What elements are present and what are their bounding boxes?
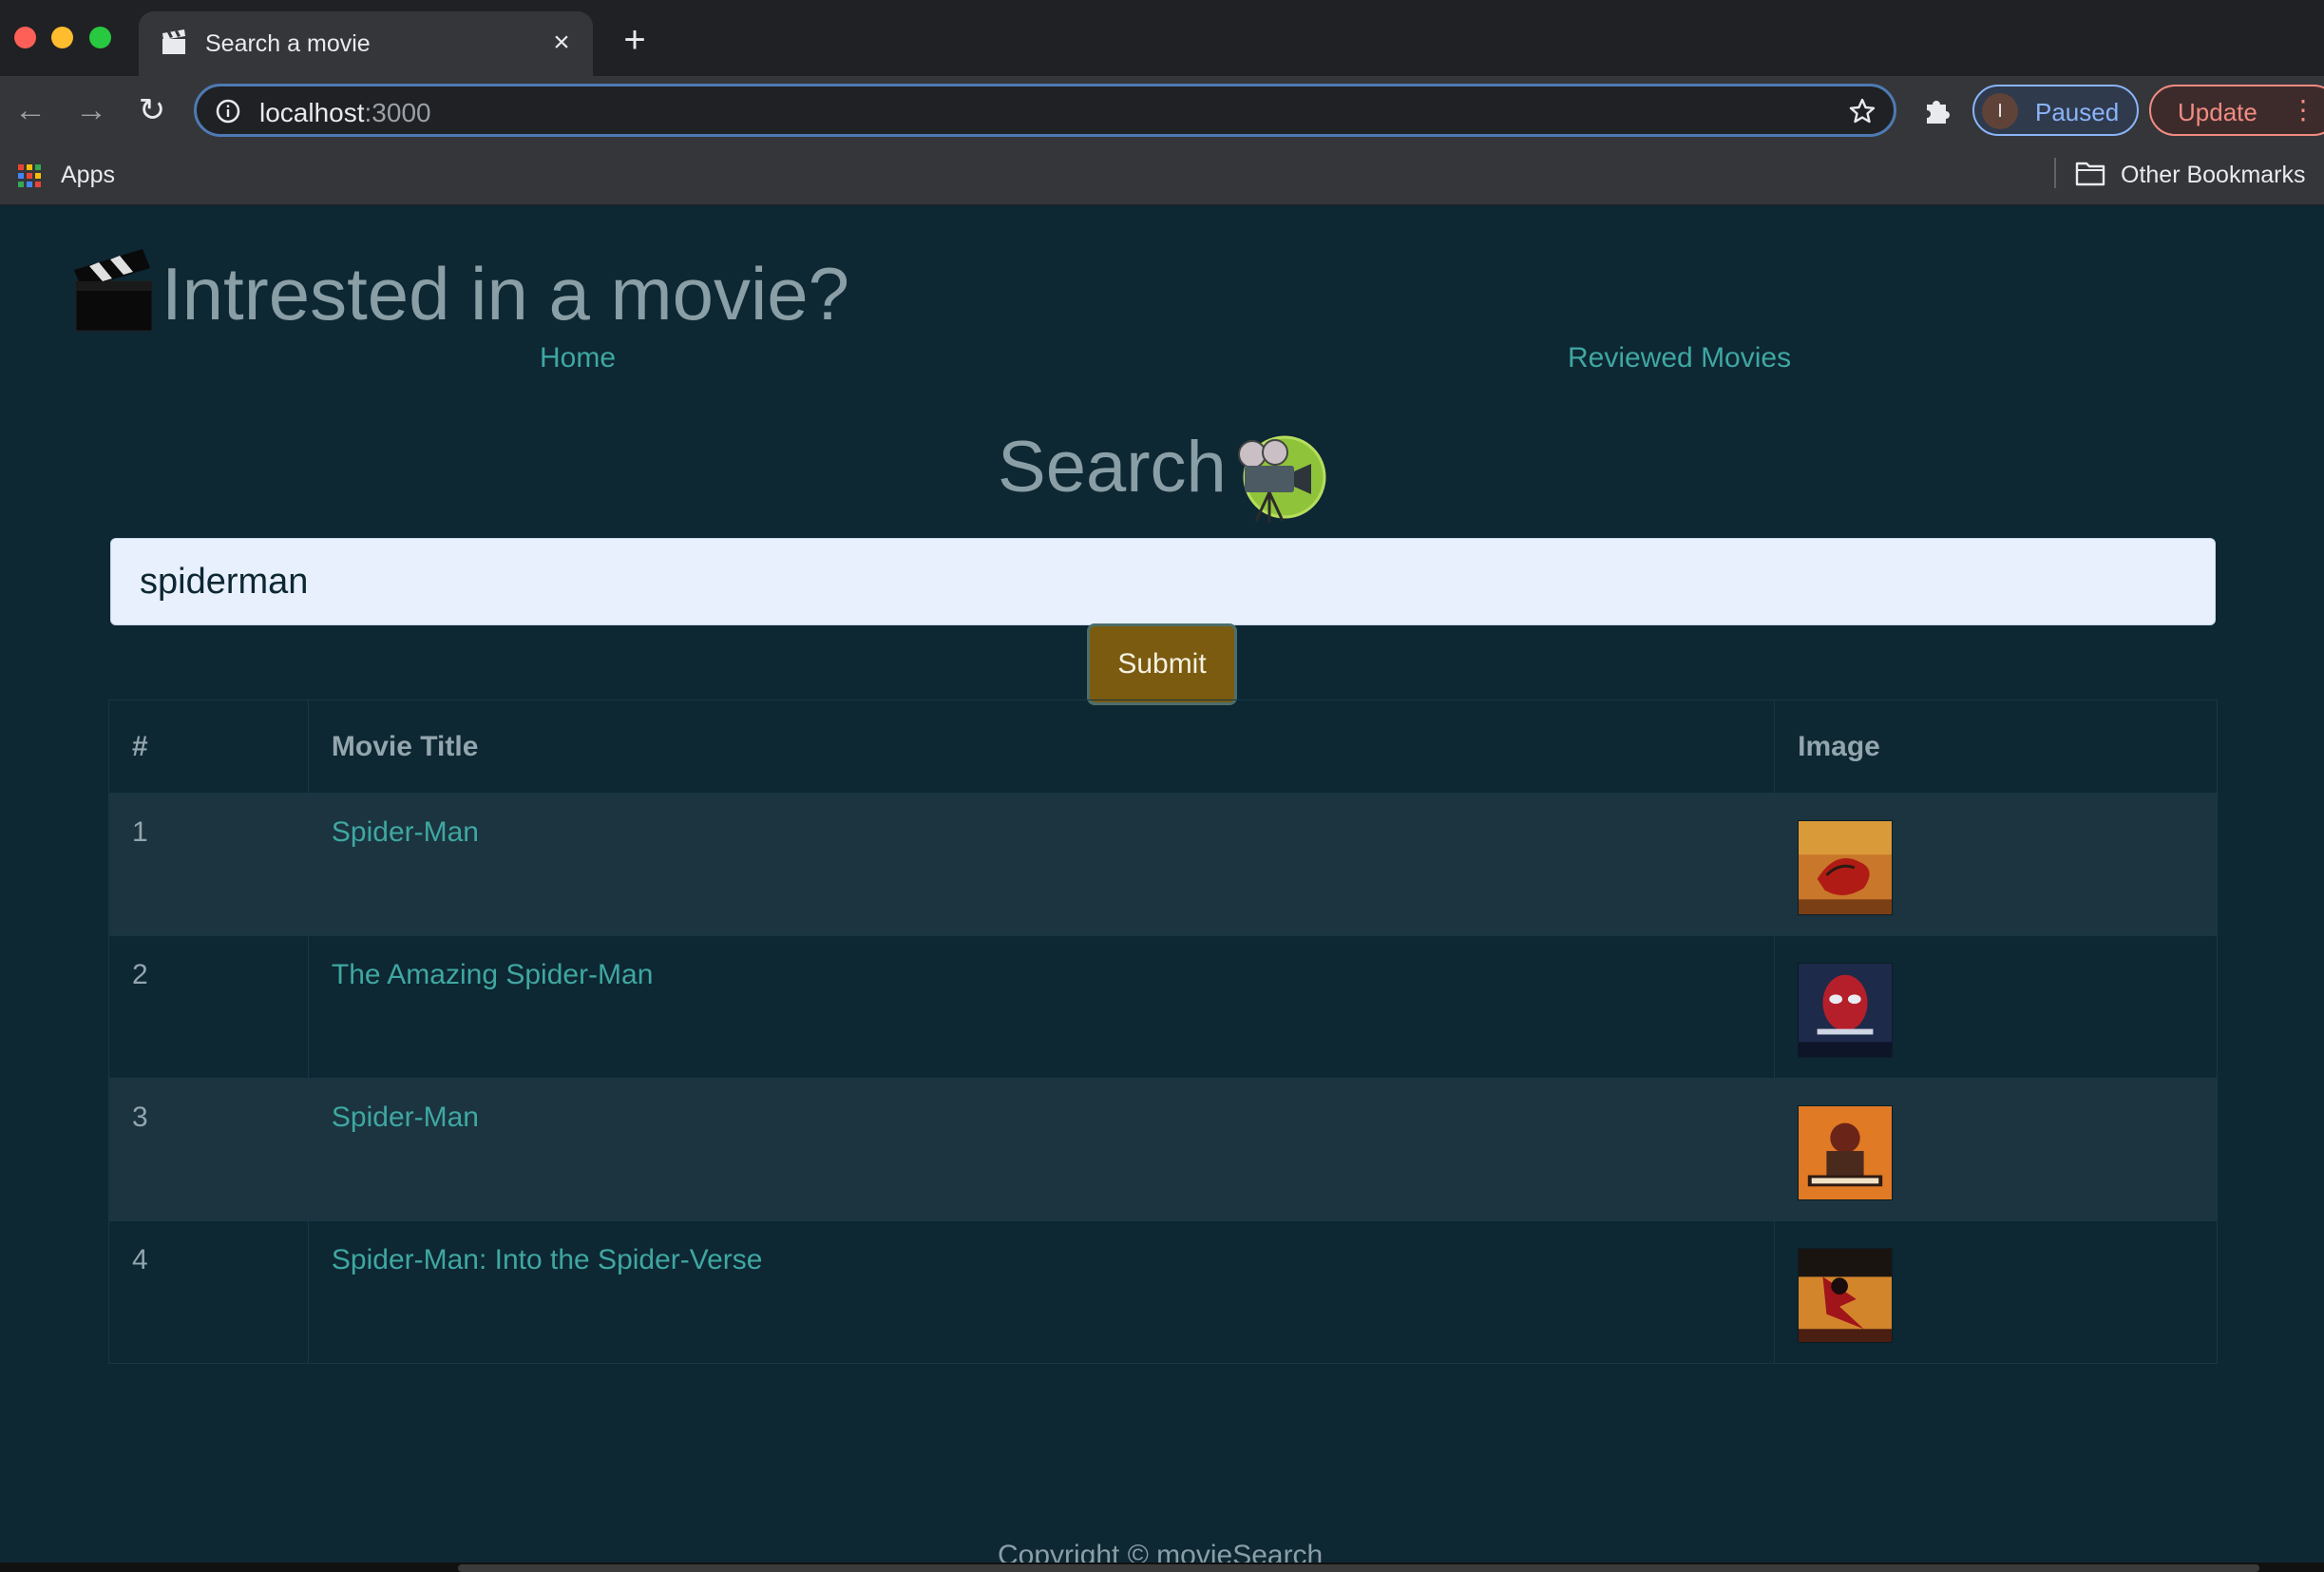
- new-tab-icon[interactable]: +: [616, 21, 654, 59]
- table-row: 3 Spider-Man: [108, 1078, 2218, 1221]
- avatar: I: [1982, 93, 2018, 129]
- movie-poster-image[interactable]: [1798, 820, 1894, 915]
- title-cell: Spider-Man: [307, 1078, 1776, 1221]
- url-text: localhost:3000: [259, 98, 431, 128]
- movie-title-link[interactable]: Spider-Man: [332, 816, 479, 848]
- row-number: 1: [108, 793, 309, 936]
- maximize-window-button[interactable]: [89, 27, 111, 48]
- clapperboard-icon: [74, 249, 153, 332]
- site-info-icon[interactable]: [216, 99, 240, 124]
- movie-poster-image[interactable]: [1798, 963, 1894, 1058]
- scrollbar-thumb[interactable]: [458, 1564, 2259, 1572]
- row-number: 2: [108, 935, 309, 1079]
- folder-icon: [2075, 162, 2105, 186]
- movie-title-link[interactable]: Spider-Man: [332, 1102, 479, 1133]
- bookmarks-bar: Apps Other Bookmarks: [0, 144, 2324, 205]
- title-cell: The Amazing Spider-Man: [307, 935, 1776, 1079]
- movie-title-link[interactable]: The Amazing Spider-Man: [332, 959, 654, 990]
- column-header-image: Image: [1774, 700, 2218, 794]
- extensions-puzzle-icon[interactable]: [1921, 93, 1953, 125]
- reload-icon[interactable]: ↻: [131, 89, 173, 131]
- more-menu-icon[interactable]: ⋮: [2290, 96, 2316, 125]
- url-port: :3000: [364, 98, 431, 127]
- image-cell: [1774, 793, 2218, 936]
- bookmarks-divider: [2054, 158, 2056, 188]
- table-header-row: # Movie Title Image: [108, 700, 2218, 794]
- forward-arrow-icon[interactable]: →: [70, 89, 112, 131]
- movie-poster-image[interactable]: [1798, 1105, 1894, 1200]
- profile-button[interactable]: I Paused: [1972, 85, 2139, 136]
- row-number: 3: [108, 1078, 309, 1221]
- bookmark-star-icon[interactable]: [1848, 97, 1876, 125]
- url-host: localhost: [259, 98, 365, 127]
- minimize-window-button[interactable]: [51, 27, 73, 48]
- title-cell: Spider-Man: [307, 793, 1776, 936]
- apps-grid-icon[interactable]: [17, 163, 42, 188]
- other-bookmarks-folder[interactable]: Other Bookmarks: [2121, 162, 2306, 189]
- sync-status-label: Paused: [2035, 98, 2120, 126]
- movie-camera-icon: [1238, 435, 1326, 523]
- column-header-title: Movie Title: [307, 700, 1776, 794]
- image-cell: [1774, 935, 2218, 1079]
- nav-reviewed-movies-link[interactable]: Reviewed Movies: [1568, 342, 1791, 374]
- column-header-number: #: [108, 700, 309, 794]
- search-input[interactable]: [110, 538, 2216, 625]
- site-title: Intrested in a movie?: [162, 252, 850, 335]
- row-number: 4: [108, 1220, 309, 1364]
- update-label: Update: [2178, 98, 2257, 126]
- clapperboard-favicon-icon: [162, 29, 185, 54]
- movie-title-link[interactable]: Spider-Man: Into the Spider-Verse: [332, 1244, 763, 1275]
- address-bar[interactable]: localhost:3000: [194, 84, 1896, 137]
- search-heading: Search: [998, 427, 1227, 508]
- browser-tab-active[interactable]: Search a movie ×: [139, 11, 593, 76]
- page-content: Intrested in a movie? Home Reviewed Movi…: [0, 205, 2324, 1572]
- apps-bookmark[interactable]: Apps: [61, 162, 115, 189]
- close-window-button[interactable]: [14, 27, 36, 48]
- title-cell: Spider-Man: Into the Spider-Verse: [307, 1220, 1776, 1364]
- table-row: 4 Spider-Man: Into the Spider-Verse: [108, 1220, 2218, 1364]
- update-button[interactable]: Update ⋮: [2149, 85, 2324, 136]
- nav-home-link[interactable]: Home: [540, 342, 616, 374]
- table-row: 2 The Amazing Spider-Man: [108, 935, 2218, 1079]
- tab-title: Search a movie: [205, 30, 371, 57]
- image-cell: [1774, 1078, 2218, 1221]
- table-row: 1 Spider-Man: [108, 793, 2218, 936]
- browser-tabstrip: Search a movie × +: [0, 0, 2324, 76]
- movie-poster-image[interactable]: [1798, 1248, 1894, 1343]
- back-arrow-icon[interactable]: ←: [10, 89, 51, 131]
- submit-button[interactable]: Submit: [1087, 623, 1237, 705]
- image-cell: [1774, 1220, 2218, 1364]
- tab-close-icon[interactable]: ×: [545, 27, 578, 59]
- results-table: # Movie Title Image 1 Spider-Man 2 The A…: [108, 700, 2218, 1364]
